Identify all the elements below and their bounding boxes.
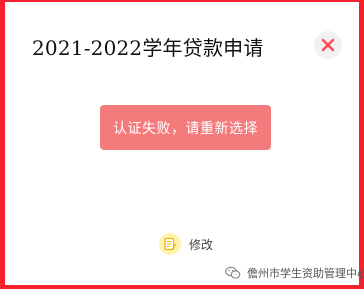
error-alert-button[interactable]: 认证失败，请重新选择 — [100, 105, 271, 150]
close-icon — [321, 38, 335, 52]
close-button[interactable] — [314, 31, 342, 59]
watermark: 儋州市学生资助管理中心 — [225, 264, 364, 282]
edit-note-icon — [159, 233, 181, 255]
dialog-frame: 2021-2022学年贷款申请 认证失败，请重新选择 修改 儋州市学生资助管理中… — [0, 0, 364, 289]
edit-label: 修改 — [189, 237, 214, 252]
dialog-title: 2021-2022学年贷款申请 — [32, 36, 264, 60]
watermark-text: 儋州市学生资助管理中心 — [247, 267, 364, 280]
edit-button[interactable]: 修改 — [159, 232, 213, 256]
wechat-icon — [225, 266, 241, 279]
